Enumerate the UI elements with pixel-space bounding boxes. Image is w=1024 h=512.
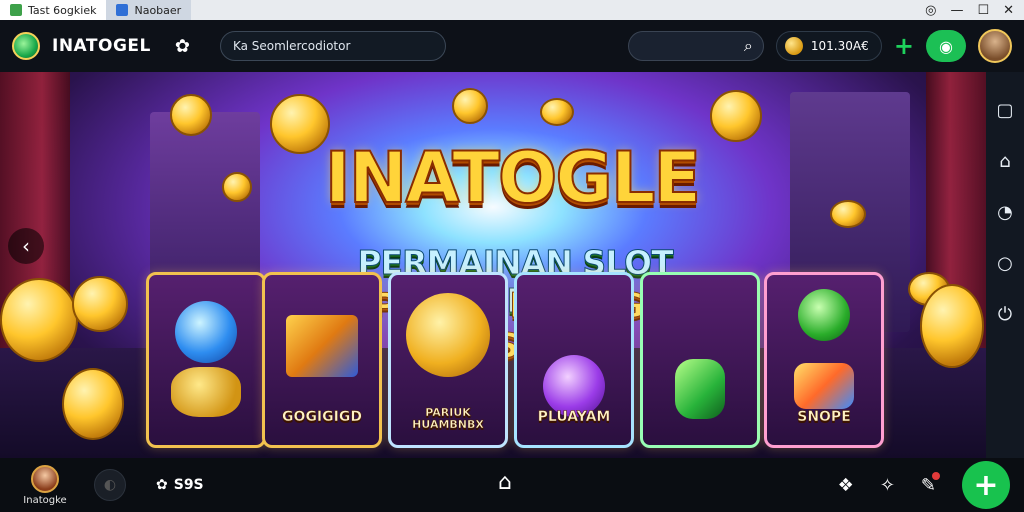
green-phone-icon: [675, 359, 725, 419]
search-input[interactable]: ⌕: [627, 31, 764, 61]
add-button[interactable]: +: [962, 461, 1010, 509]
game-card-label: PARIUK HUAMBNBX: [412, 406, 484, 431]
square-icon[interactable]: ▢: [996, 100, 1013, 121]
tab-title: Naobaer: [134, 3, 182, 17]
game-card[interactable]: PLUAYAM: [514, 272, 634, 448]
game-card-label: SNOPE: [797, 409, 851, 426]
minimize-icon[interactable]: —: [950, 3, 963, 18]
address-field[interactable]: Ka Seomlercodiotor: [219, 31, 446, 61]
close-icon[interactable]: ✕: [1003, 3, 1014, 18]
gold-coin: [170, 94, 212, 136]
user-avatar[interactable]: [978, 29, 1012, 63]
balance-chip[interactable]: 101.30A€: [775, 31, 882, 61]
user-profile[interactable]: Inatogke: [14, 464, 76, 506]
gold-coin: [222, 172, 252, 202]
app-window: Tast 6ogkiek Naobaer ◎ — ☐ ✕ INATOGEL ✿ …: [0, 0, 1024, 512]
gold-coin: [710, 90, 762, 142]
plus-icon[interactable]: +: [894, 32, 914, 60]
home-icon[interactable]: ⌂: [498, 470, 512, 495]
water-drop-icon[interactable]: ◔: [997, 202, 1013, 223]
settings-label: S9S: [173, 477, 204, 493]
search-icon[interactable]: ○: [997, 253, 1013, 274]
game-card[interactable]: SNOPE: [764, 272, 884, 448]
game-card[interactable]: PARIUK HUAMBNBX: [388, 272, 508, 448]
gold-coin: [62, 368, 124, 440]
search-icon[interactable]: ⌕: [744, 36, 753, 56]
game-card-label: PLUAYAM: [537, 409, 611, 426]
edit-icon[interactable]: ✎: [921, 471, 941, 496]
puzzle-icon[interactable]: ✧: [880, 475, 895, 496]
coin-stack-icon: [171, 367, 241, 417]
game-card[interactable]: GOGIGIGD: [262, 272, 382, 448]
game-card-label: GOGIGIGD: [282, 409, 362, 426]
dark-circle-button[interactable]: ◐: [94, 469, 126, 501]
settings-button[interactable]: ✿ S9S: [156, 477, 204, 493]
coin-icon: [784, 37, 803, 55]
browser-tab-1[interactable]: Tast 6ogkiek: [0, 0, 107, 20]
target-icon[interactable]: ◎: [925, 3, 936, 18]
purple-gem-icon: [543, 355, 605, 417]
bottom-bar: Inatogke ◐ ✿ S9S ⌂ ❖ ✧ ✎ +: [0, 458, 1024, 512]
window-titlebar: Tast 6ogkiek Naobaer ◎ — ☐ ✕: [0, 0, 1024, 20]
gold-coin: [0, 278, 78, 362]
banner-title: INATOGLE: [324, 137, 703, 219]
promo-banner[interactable]: ‹ INATOGLE PERMAINAN SLOT TERBAIK PUIR M…: [0, 72, 986, 458]
brand-name: INATOGEL: [52, 36, 151, 56]
chevron-left-icon[interactable]: ‹: [8, 228, 44, 264]
chat-button[interactable]: ◉: [926, 30, 966, 62]
side-rail: ▢ ⌂ ◔ ○ ⏻: [986, 72, 1024, 458]
game-card[interactable]: [640, 272, 760, 448]
app-icon: [10, 4, 22, 16]
green-orb-icon: [798, 289, 850, 341]
gold-coin: [72, 276, 128, 332]
treasure-gem-icon: [794, 363, 854, 409]
gold-coin: [452, 88, 488, 124]
window-controls: ◎ — ☐ ✕: [925, 3, 1024, 18]
brand-logo[interactable]: [12, 32, 40, 60]
gear-icon: ✿: [156, 477, 168, 493]
gold-coin: [920, 284, 984, 368]
address-text: Ka Seomlercodiotor: [232, 39, 351, 53]
gold-medallion-icon: [406, 293, 490, 377]
gold-coin: [830, 200, 866, 228]
browser-tab-2[interactable]: Naobaer: [106, 0, 192, 20]
maximize-icon[interactable]: ☐: [977, 3, 989, 18]
gear-icon[interactable]: ✿: [175, 36, 190, 57]
blue-gem-icon: [175, 301, 237, 363]
home-icon[interactable]: ⌂: [999, 151, 1010, 172]
chat-icon: ◉: [939, 36, 953, 56]
game-card[interactable]: [146, 272, 266, 448]
gold-coin: [540, 98, 574, 126]
golden-cards-icon: [286, 315, 358, 377]
tab-title: Tast 6ogkiek: [28, 3, 97, 17]
top-app-bar: INATOGEL ✿ Ka Seomlercodiotor ⌕ 101.30A€…: [0, 20, 1024, 72]
bottom-actions: ❖ ✧ ✎ +: [838, 461, 1010, 509]
app-icon: [116, 4, 129, 16]
avatar: [31, 464, 59, 493]
username: Inatogke: [23, 494, 67, 506]
balance-value: 101.30A€: [810, 39, 869, 53]
shuffle-icon[interactable]: ❖: [838, 475, 854, 496]
power-icon[interactable]: ⏻: [998, 304, 1012, 325]
